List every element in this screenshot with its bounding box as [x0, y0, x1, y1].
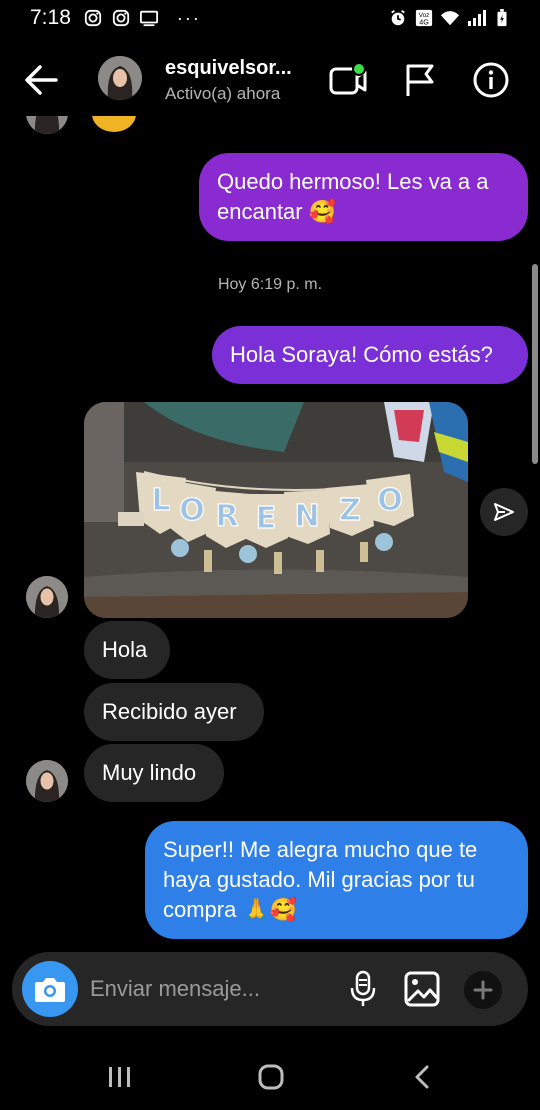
avatar — [26, 116, 68, 134]
message-line: Muy lindo — [102, 760, 197, 785]
wifi-icon — [440, 11, 460, 26]
garland-letter: Z — [339, 493, 361, 528]
garland-letter: R — [215, 499, 238, 534]
instagram-icon — [112, 9, 129, 27]
back-button[interactable] — [402, 1062, 442, 1092]
message-line: Hola Soraya! Cómo estás? — [230, 342, 493, 367]
microphone-icon[interactable] — [348, 970, 378, 1008]
gallery-icon[interactable] — [404, 971, 440, 1007]
plus-icon — [473, 980, 493, 1000]
battery-icon — [497, 9, 507, 27]
message-line: haya gustado. Mil gracias por tu — [163, 867, 475, 892]
garland-letter: L — [151, 483, 170, 518]
garland-letter: N — [294, 499, 319, 534]
message-line: compra 🙏🥰 — [163, 897, 298, 922]
message-bubble-outgoing[interactable]: Quedo hermoso! Les va a a encantar 🥰 — [199, 153, 528, 241]
status-bar: 7:18 ··· Voz 4G — [0, 0, 540, 36]
message-line: Super!! Me alegra mucho que te — [163, 837, 478, 862]
avatar[interactable] — [26, 576, 68, 618]
garland-letter: E — [256, 501, 277, 536]
message-bubble-incoming[interactable]: Recibido ayer — [84, 683, 264, 741]
video-call-icon[interactable] — [328, 60, 368, 100]
message-bubble-outgoing[interactable]: Super!! Me alegra mucho que te haya gust… — [145, 821, 528, 939]
garland-letter: O — [377, 483, 403, 518]
message-line: Hola — [102, 637, 148, 662]
message-input[interactable] — [90, 972, 330, 1006]
chat-username[interactable]: esquivelsor... — [165, 57, 292, 80]
emoji-reaction — [92, 116, 136, 132]
message-line: Recibido ayer — [102, 699, 237, 724]
signal-icon — [468, 10, 486, 26]
volte-icon: Voz4G — [415, 9, 433, 26]
active-status: Activo(a) ahora — [165, 84, 281, 103]
share-button[interactable] — [480, 488, 528, 536]
message-thread[interactable]: Quedo hermoso! Les va a a encantar 🥰 Hoy… — [0, 116, 540, 946]
message-composer — [12, 952, 528, 1026]
status-right-icons: Voz 4G — [388, 9, 512, 27]
timestamp: Hoy 6:19 p. m. — [217, 276, 323, 293]
camera-icon — [35, 978, 65, 1002]
camera-button[interactable] — [22, 961, 78, 1017]
info-icon[interactable] — [471, 60, 511, 100]
back-icon — [415, 1065, 429, 1089]
garland-letter: O — [179, 493, 205, 528]
avatar[interactable] — [98, 56, 142, 100]
message-line: encantar 🥰 — [217, 199, 337, 224]
screen-cast-icon — [139, 10, 158, 27]
chat-header: esquivelsor... Activo(a) ahora — [0, 44, 540, 116]
recent-apps-button[interactable] — [100, 1062, 140, 1092]
flag-icon[interactable] — [400, 60, 440, 100]
status-left-icons: ··· — [83, 8, 201, 29]
alarm-icon — [391, 10, 405, 26]
send-icon — [494, 503, 514, 521]
status-overflow: ··· — [176, 7, 201, 28]
system-navbar — [0, 1040, 540, 1110]
svg-text:4G: 4G — [419, 17, 429, 26]
message-bubble-incoming[interactable]: Hola — [84, 621, 170, 679]
message-bubble-incoming[interactable]: Muy lindo — [84, 744, 224, 802]
home-icon — [258, 1064, 284, 1090]
scrollbar[interactable] — [532, 264, 538, 464]
home-button[interactable] — [251, 1062, 291, 1092]
message-line: Quedo hermoso! Les va a a — [217, 169, 489, 194]
instagram-icon — [84, 9, 101, 27]
back-arrow-icon[interactable] — [22, 62, 62, 98]
plus-button[interactable] — [464, 971, 502, 1009]
status-time: 7:18 — [30, 6, 71, 29]
recent-apps-icon — [109, 1067, 130, 1087]
photo-garland-image[interactable]: L O R E N Z O — [84, 402, 468, 618]
message-bubble-outgoing[interactable]: Hola Soraya! Cómo estás? — [212, 326, 528, 384]
avatar[interactable] — [26, 760, 68, 802]
